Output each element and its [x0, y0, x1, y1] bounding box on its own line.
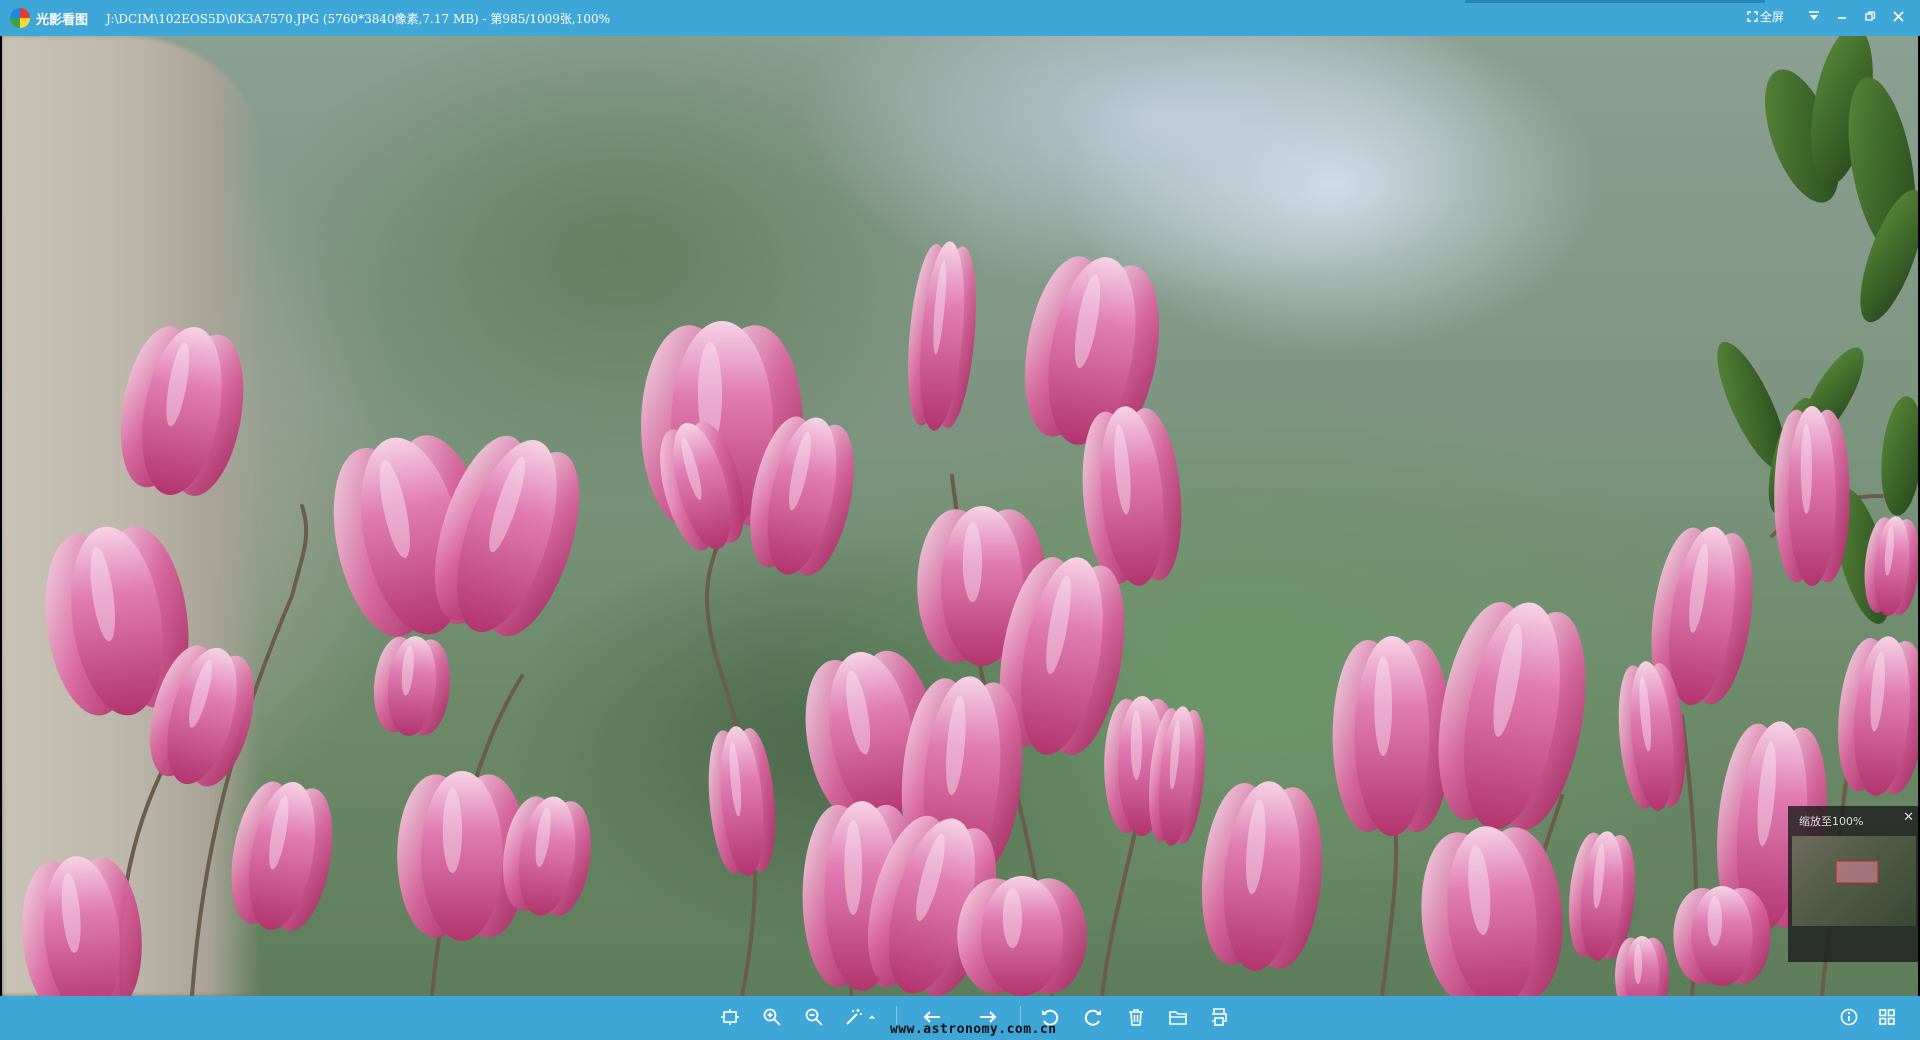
magnolia-bloom — [908, 241, 976, 431]
restore-button[interactable] — [1856, 5, 1884, 27]
image-viewer-window: 光影看图 J:\DCIM\102EOS5D\0K3A7570.JPG (5760… — [0, 0, 1920, 1040]
auto-enhance-button[interactable] — [840, 1004, 868, 1030]
rotate-right-button[interactable] — [1079, 1004, 1107, 1030]
menu-dropdown-icon — [1809, 11, 1819, 20]
folder-icon — [1169, 1011, 1187, 1025]
zoom-in-button[interactable] — [758, 1004, 786, 1030]
trash-icon — [1129, 1009, 1143, 1026]
caret-up-icon — [868, 1015, 876, 1019]
magnolia-bloom — [1332, 636, 1452, 836]
file-info: J:\DCIM\102EOS5D\0K3A7570.JPG (5760*3840… — [106, 12, 611, 26]
magnolia-bloom — [231, 781, 333, 931]
grid-view-icon — [1879, 1009, 1895, 1025]
zoom-out-button[interactable] — [800, 1004, 828, 1030]
minimize-button[interactable] — [1828, 5, 1856, 27]
info-icon — [1840, 1008, 1858, 1026]
close-icon — [1892, 10, 1904, 22]
navigator-viewport-rect[interactable] — [1836, 861, 1878, 883]
photo-viewport[interactable]: 缩放至100% ✕ — [2, 36, 1918, 996]
delete-button[interactable] — [1122, 1004, 1150, 1030]
magnolia-bloom — [1438, 602, 1586, 830]
menu-dropdown-button[interactable] — [1800, 5, 1828, 27]
magnolia-bloom — [957, 876, 1087, 996]
navigator-title: 缩放至100% — [1799, 815, 1864, 828]
fit-window-button[interactable] — [716, 1004, 744, 1030]
zoom-in-icon — [763, 1008, 781, 1026]
magnolia-bloom — [1615, 936, 1669, 996]
magnolia-photo — [22, 36, 1918, 996]
magnolia-bloom — [1201, 781, 1323, 971]
app-logo-icon — [10, 8, 30, 28]
restore-icon — [1864, 11, 1875, 21]
magnolia-bloom — [1082, 406, 1182, 586]
leaf — [1881, 396, 1918, 516]
window-controls: 全屏 — [1747, 4, 1912, 28]
magnolia-bloom — [1774, 406, 1850, 586]
magnolia-bloom — [1838, 636, 1918, 796]
zoom-out-icon — [805, 1008, 823, 1026]
open-folder-button[interactable] — [1164, 1004, 1192, 1030]
fullscreen-icon — [1747, 10, 1758, 22]
watermark-text: www.astronomy.com.cn — [890, 1022, 1057, 1037]
image-info-button[interactable] — [1835, 1004, 1863, 1030]
title-bar-highlight — [1465, 0, 1765, 3]
close-button[interactable] — [1884, 5, 1912, 27]
rotate-right-icon — [1084, 1009, 1101, 1026]
enhance-options-dropdown[interactable] — [866, 1004, 878, 1030]
navigator-thumbnail[interactable] — [1792, 836, 1916, 926]
title-bar[interactable]: 光影看图 J:\DCIM\102EOS5D\0K3A7570.JPG (5760… — [0, 0, 1920, 36]
magnolia-bloom — [120, 326, 244, 496]
printer-icon — [1212, 1008, 1227, 1026]
fullscreen-label: 全屏 — [1759, 9, 1784, 24]
magic-wand-icon — [846, 1009, 862, 1025]
magnolia-bloom — [708, 726, 776, 876]
app-name: 光影看图 — [36, 13, 89, 28]
minimize-icon — [1838, 17, 1846, 19]
grid-view-button[interactable] — [1873, 1004, 1901, 1030]
navigator-panel[interactable]: 缩放至100% ✕ — [1788, 806, 1918, 962]
navigator-close-icon[interactable]: ✕ — [1903, 810, 1914, 825]
magnolia-bloom — [373, 636, 451, 736]
fit-window-icon — [721, 1009, 739, 1025]
fullscreen-button[interactable]: 全屏 — [1747, 8, 1784, 25]
magnolia-bloom — [1673, 886, 1771, 986]
print-button[interactable] — [1205, 1004, 1233, 1030]
